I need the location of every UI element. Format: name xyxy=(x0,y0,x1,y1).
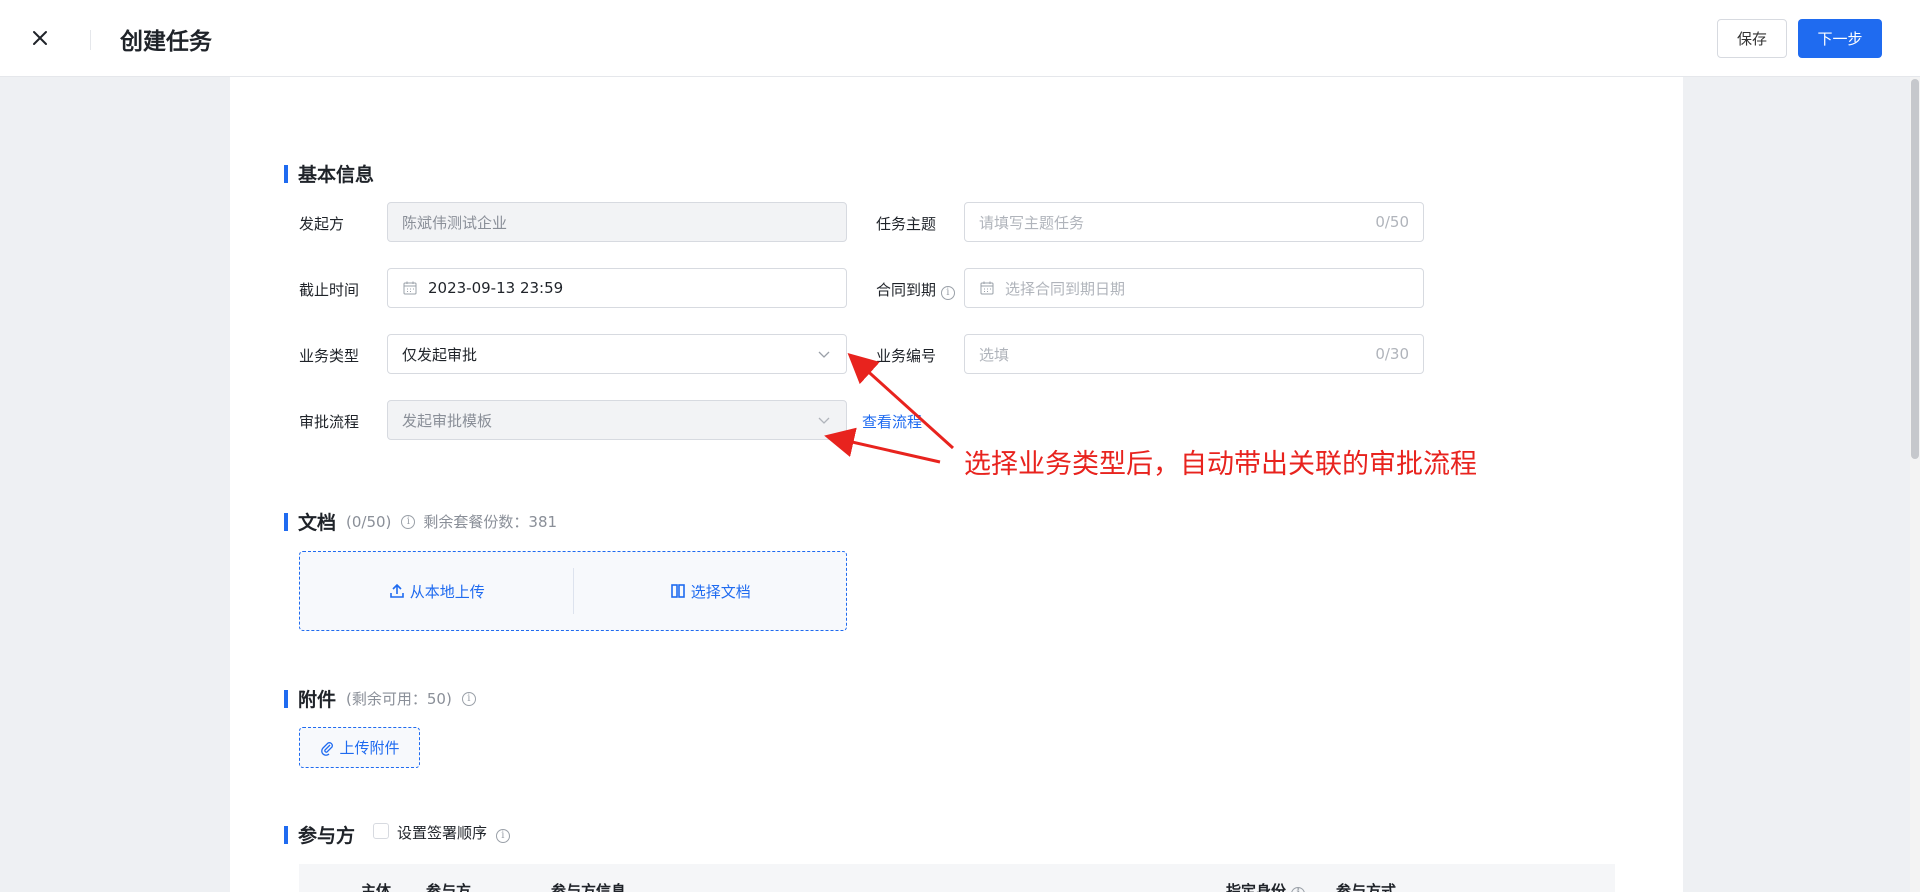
business-number-input[interactable]: 选填 0/30 xyxy=(964,334,1424,374)
info-icon[interactable]: i xyxy=(940,286,955,300)
sign-order-checkbox[interactable] xyxy=(373,823,389,839)
business-number-label: 业务编号 xyxy=(876,347,937,365)
identity-label: 指定身份 xyxy=(1226,882,1287,892)
view-flow-link[interactable]: 查看流程 xyxy=(862,411,922,432)
business-type-select[interactable]: 仅发起审批 xyxy=(387,334,847,374)
business-type-value: 仅发起审批 xyxy=(402,345,478,364)
save-button[interactable]: 保存 xyxy=(1717,19,1787,58)
upload-local-label: 从本地上传 xyxy=(409,582,485,601)
document-upload-area: 从本地上传 选择文档 xyxy=(299,551,847,631)
section-attachments: 附件 (剩余可用：50) i xyxy=(284,685,476,712)
column-header-identity: 指定身份 i xyxy=(1226,880,1306,892)
header-divider xyxy=(90,30,91,50)
section-title: 参与方 xyxy=(298,825,356,847)
column-header-participant-info: 参与方信息 xyxy=(551,882,627,892)
documents-count: (0/50) xyxy=(346,512,392,531)
info-icon[interactable]: i xyxy=(495,829,510,843)
section-participants: 参与方 xyxy=(284,821,355,848)
page-title: 创建任务 xyxy=(120,29,212,55)
document-select-icon xyxy=(670,584,685,598)
business-type-label: 业务类型 xyxy=(299,347,360,365)
select-document-label: 选择文档 xyxy=(690,582,751,601)
attachments-remaining: (剩余可用：50) xyxy=(346,690,452,708)
business-number-placeholder: 选填 xyxy=(979,345,1010,364)
column-header-participant: 参与方 xyxy=(426,882,472,892)
column-header-method: 参与方式 xyxy=(1336,882,1397,892)
task-subject-counter: 0/50 xyxy=(1375,213,1409,231)
info-icon[interactable]: i xyxy=(461,691,476,706)
initiator-field: 陈斌伟测试企业 xyxy=(387,202,847,242)
initiator-value: 陈斌伟测试企业 xyxy=(402,213,508,232)
column-header-subject: 主体 xyxy=(361,882,392,892)
section-accent-bar xyxy=(284,164,288,183)
section-accent-bar xyxy=(284,689,288,708)
documents-remaining: 剩余套餐份数：381 xyxy=(423,513,558,531)
contract-expiry-label-text: 合同到期 xyxy=(876,281,937,299)
upload-icon xyxy=(389,583,404,598)
upload-attachment-label: 上传附件 xyxy=(339,739,400,757)
next-step-button[interactable]: 下一步 xyxy=(1798,19,1882,58)
participants-table-header xyxy=(299,864,1615,892)
annotation-text: 选择业务类型后，自动带出关联的审批流程 xyxy=(964,449,1477,480)
chevron-down-icon xyxy=(818,351,830,358)
deadline-label: 截止时间 xyxy=(299,281,360,299)
top-bar: 创建任务 保存 下一步 xyxy=(0,0,1920,77)
section-title: 附件 xyxy=(298,689,337,711)
info-icon[interactable]: i xyxy=(1291,887,1306,892)
initiator-label: 发起方 xyxy=(299,215,345,233)
task-subject-placeholder: 请填写主题任务 xyxy=(979,213,1085,232)
contract-expiry-placeholder: 选择合同到期日期 xyxy=(1005,279,1126,298)
section-title: 基本信息 xyxy=(298,164,375,186)
close-icon[interactable] xyxy=(28,26,52,50)
section-accent-bar xyxy=(284,825,288,844)
paperclip-icon xyxy=(321,741,334,756)
section-accent-bar xyxy=(284,512,288,531)
calendar-icon xyxy=(403,281,417,295)
section-basic-info: 基本信息 xyxy=(284,160,374,187)
form-panel xyxy=(230,77,1683,892)
task-subject-input[interactable]: 请填写主题任务 0/50 xyxy=(964,202,1424,242)
scrollbar-thumb[interactable] xyxy=(1911,79,1919,459)
approval-flow-value: 发起审批模板 xyxy=(402,411,493,430)
business-number-counter: 0/30 xyxy=(1375,345,1409,363)
select-document-button[interactable]: 选择文档 xyxy=(574,552,847,630)
approval-flow-select: 发起审批模板 xyxy=(387,400,847,440)
task-subject-label: 任务主题 xyxy=(876,215,937,233)
upload-local-button[interactable]: 从本地上传 xyxy=(300,552,573,630)
contract-expiry-label: 合同到期 i xyxy=(876,279,955,300)
deadline-date-picker[interactable]: 2023-09-13 23:59 xyxy=(387,268,847,308)
sign-order-label: 设置签署顺序 i xyxy=(397,822,510,843)
chevron-down-icon xyxy=(818,417,830,424)
upload-attachment-button[interactable]: 上传附件 xyxy=(299,727,420,768)
calendar-icon xyxy=(980,281,994,295)
approval-flow-label: 审批流程 xyxy=(299,413,360,431)
info-icon[interactable]: i xyxy=(401,514,416,529)
section-title: 文档 xyxy=(298,512,337,534)
section-documents: 文档 (0/50) i 剩余套餐份数：381 xyxy=(284,508,557,535)
sign-order-label-text: 设置签署顺序 xyxy=(397,824,488,842)
contract-expiry-date-picker[interactable]: 选择合同到期日期 xyxy=(964,268,1424,308)
deadline-value: 2023-09-13 23:59 xyxy=(428,279,564,297)
